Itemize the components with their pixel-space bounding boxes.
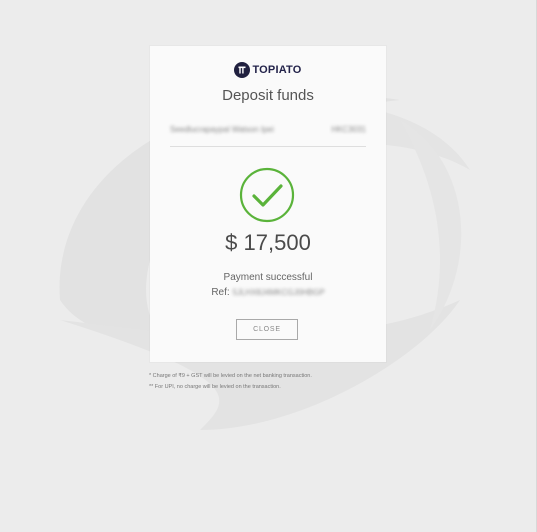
footnote-upi: ** For UPI, no charge will be levied on … <box>149 384 281 390</box>
payment-amount: $ 17,500 <box>225 230 311 255</box>
merchant-row: Seedlucrapaypal Watson Ipei HKC3031 <box>170 124 366 134</box>
check-circle-icon <box>239 167 295 223</box>
page-background: TOPIATO Deposit funds Seedlucrapaypal Wa… <box>0 0 537 532</box>
reference-label: Ref: <box>211 287 230 298</box>
footnote-net-banking: * Charge of ₹9 + GST will be levied on t… <box>149 373 312 379</box>
merchant-name: Seedlucrapaypal Watson Ipei <box>170 124 274 134</box>
payment-status: Payment successful <box>223 272 313 283</box>
brand-logo-icon <box>234 62 251 78</box>
close-button[interactable]: CLOSE <box>236 319 298 340</box>
brand-name: TOPIATO <box>252 64 302 76</box>
footnotes: * Charge of ₹9 + GST will be levied on t… <box>149 371 409 393</box>
reference-row: Ref: 5JLHX8J4MKCGJ0HBGP <box>150 287 386 298</box>
divider <box>170 146 366 147</box>
brand-logo: TOPIATO <box>150 61 386 79</box>
merchant-code: HKC3031 <box>331 124 366 134</box>
deposit-dialog: TOPIATO Deposit funds Seedlucrapaypal Wa… <box>150 46 386 362</box>
reference-value: 5JLHX8J4MKCGJ0HBGP <box>232 288 325 297</box>
dialog-title: Deposit funds <box>222 87 314 104</box>
